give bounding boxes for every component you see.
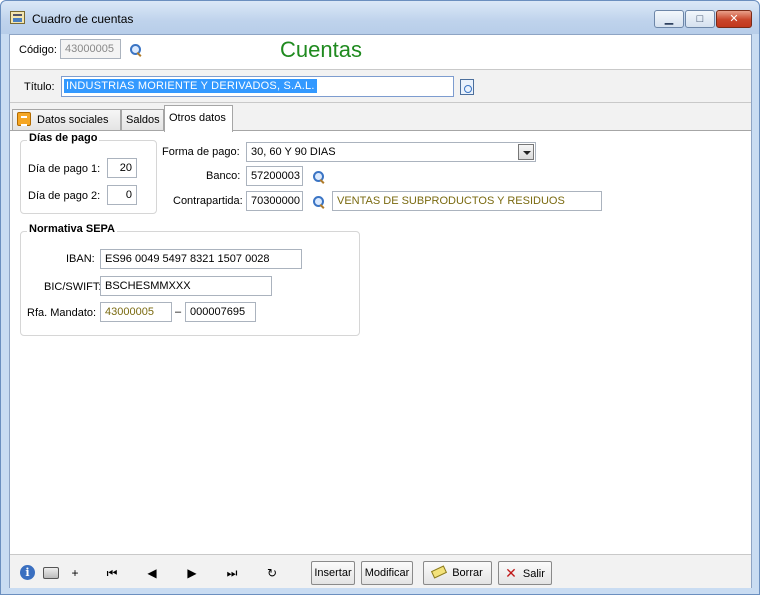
tab-label: Datos sociales [37,114,109,126]
codigo-label: Código: [19,44,57,56]
tab-saldos[interactable]: Saldos [121,109,164,131]
dia-pago-1-field[interactable]: 20 [107,158,137,178]
bottom-toolbar: i + ⏮ ◀ ▶ ⏭ ↻ Insertar Modificar Borrar … [10,554,751,588]
search-icon[interactable] [129,43,143,57]
dia-pago-1-label: Día de pago 1: [28,163,101,175]
tab-otros-datos[interactable]: Otros datos [164,105,233,132]
client-area: Código: 43000005 Cuentas Título: INDUSTR… [9,34,752,588]
tab-datos-sociales[interactable]: Datos sociales [12,109,121,131]
modificar-button[interactable]: Modificar [361,561,413,585]
mandato-field-2[interactable]: 000007695 [185,302,256,322]
close-button[interactable]: ✕ [716,10,752,28]
banco-label: Banco: [206,170,241,182]
chevron-down-icon[interactable] [518,144,534,160]
last-record-icon[interactable]: ⏭ [224,565,240,581]
add-icon[interactable]: + [67,565,83,581]
salir-button[interactable]: ✕ Salir [498,561,552,585]
window: Cuadro de cuentas ▁ □ ✕ Código: 43000005… [0,0,760,595]
bic-field[interactable]: BSCHESMMXXX [100,276,272,296]
salir-label: Salir [522,568,545,580]
refresh-icon[interactable]: ↻ [264,565,280,581]
forma-pago-label: Forma de pago: [162,146,240,158]
titulo-label: Título: [24,81,55,93]
app-icon [10,11,25,24]
contrapartida-description: VENTAS DE SUBPRODUCTOS Y RESIDUOS [332,191,602,211]
tab-strip: Datos sociales Saldos Otros datos [10,103,751,132]
mandato-label: Rfa. Mandato: [27,307,97,319]
titulo-field[interactable]: INDUSTRIAS MORIENTE Y DERIVADOS, S.A.L. [61,76,454,97]
window-title: Cuadro de cuentas [32,12,134,26]
titulo-value: INDUSTRIAS MORIENTE Y DERIVADOS, S.A.L. [64,79,317,93]
header: Código: 43000005 Cuentas [10,35,751,69]
codigo-field[interactable]: 43000005 [60,39,121,59]
iban-label: IBAN: [66,253,95,265]
dias-pago-group: Días de pago Día de pago 1: 20 Día de pa… [20,132,157,214]
banco-search-icon[interactable] [312,170,326,184]
tab-panel-otros-datos: Días de pago Día de pago 1: 20 Día de pa… [10,130,751,554]
title-bar: Cuadro de cuentas ▁ □ ✕ [1,1,759,34]
contrapartida-field[interactable]: 70300000 [246,191,303,211]
sepa-group: Normativa SEPA IBAN: ES96 0049 5497 8321… [20,223,360,336]
mandato-separator: – [175,306,182,318]
iban-field[interactable]: ES96 0049 5497 8321 1507 0028 [100,249,302,269]
eraser-icon [431,565,448,579]
maximize-button[interactable]: □ [685,10,715,28]
insertar-button[interactable]: Insertar [311,561,355,585]
next-record-icon[interactable]: ▶ [184,565,200,581]
print-icon[interactable] [43,567,59,579]
contrapartida-label: Contrapartida: [173,195,243,207]
info-icon[interactable]: i [20,565,35,580]
sepa-title: Normativa SEPA [27,223,117,235]
previous-record-icon[interactable]: ◀ [144,565,160,581]
dia-pago-2-label: Día de pago 2: [28,190,101,202]
contrapartida-search-icon[interactable] [312,195,326,209]
minimize-button[interactable]: ▁ [654,10,684,28]
forma-pago-value: 30, 60 Y 90 DIAS [251,146,336,158]
first-record-icon[interactable]: ⏮ [104,565,120,581]
exit-x-icon: ✕ [505,565,517,581]
borrar-label: Borrar [452,567,483,579]
dia-pago-2-field[interactable]: 0 [107,185,137,205]
document-search-icon[interactable] [460,79,474,95]
dias-pago-title: Días de pago [27,132,100,144]
forma-pago-select[interactable]: 30, 60 Y 90 DIAS [246,142,536,162]
bic-label: BIC/SWIFT: [44,281,102,293]
page-title: Cuentas [280,37,362,62]
document-list-icon [17,112,31,126]
mandato-field-1[interactable]: 43000005 [100,302,172,322]
banco-field[interactable]: 57200003 [246,166,303,186]
borrar-button[interactable]: Borrar [423,561,492,585]
titulo-band: Título: INDUSTRIAS MORIENTE Y DERIVADOS,… [10,69,751,103]
